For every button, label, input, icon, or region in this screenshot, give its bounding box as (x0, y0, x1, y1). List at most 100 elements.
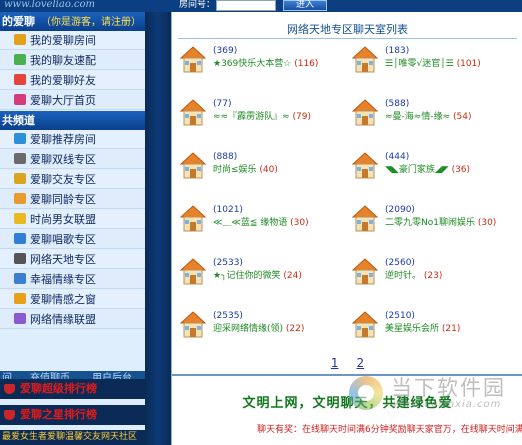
sidebar-channel-item-label: 网络情缘联盟 (30, 313, 96, 326)
medal-icon (4, 384, 15, 394)
room-entry[interactable]: (2510) 美星娱乐会所 (21) (351, 310, 522, 346)
bottom-ticker[interactable]: 最爱女生者爱聊温馨交友网天社区 (0, 430, 145, 445)
sidebar-channel-item-label: 网络天地专区 (30, 253, 96, 266)
house-icon (351, 205, 379, 233)
room-entry[interactable]: (2090) 二零九零No1聊闹娱乐 (30) (351, 204, 522, 240)
room-name-link[interactable]: 时尚≤娱乐 (40) (213, 164, 278, 177)
reward-notice-ticker: 聊天有奖：在线聊天时间满6分钟奖励聊天家官万，在线聊天时间满20分 (257, 425, 522, 435)
sidebar-channel-item-label: 爱聊推荐房间 (30, 133, 96, 146)
channel-section-header: 共频道 (0, 111, 145, 130)
guest-register-tip[interactable]: （你是游客，请注册） (41, 17, 141, 28)
sidebar: 的爱聊 （你是游客，请注册） 我的爱聊房间我的聊友速配 我的爱聊好友 爱聊大厅首页 共… (0, 12, 145, 445)
room-number: (183) (385, 46, 410, 56)
room-entry[interactable]: (2535) 迎采网络情缘(领) (22) (179, 310, 350, 346)
sidebar-my-item-label: 我的聊友速配 (30, 54, 96, 67)
room-entry[interactable]: (77) ≈≈『霹雳游队』≈ (79) (179, 98, 350, 134)
room-entry[interactable]: (888) 时尚≤娱乐 (40) (179, 151, 350, 187)
room-name: 迎采网络情缘(领) (213, 324, 284, 334)
sidebar-channel-item-2[interactable]: 爱聊交友专区 (0, 170, 145, 189)
heart-box-icon (14, 273, 26, 284)
room-name-link[interactable]: 迎采网络情缘(领) (22) (213, 323, 304, 336)
room-name: ☰│唯零√迷官│☰ (385, 59, 454, 69)
room-list-title: 网络天地专区聊天室列表 (287, 23, 408, 36)
room-name-link[interactable]: 美星娱乐会所 (21) (385, 323, 460, 336)
room-entry[interactable]: (2533) ★╮记住你的微笑 (24) (179, 257, 350, 293)
online-count: (30) (290, 218, 309, 228)
enter-room-button[interactable]: 进入 (283, 0, 327, 11)
room-entry[interactable]: (1021) ≪＿≪蓝≦ 缘物语 (30) (179, 204, 350, 240)
online-count: (54) (453, 112, 472, 122)
sidebar-channel-item-4[interactable]: 时尚男女联盟 (0, 210, 145, 229)
sidebar-my-item-label: 我的爱聊好友 (30, 74, 96, 87)
frame-divider (145, 12, 171, 445)
sidebar-my-item-2[interactable]: 我的爱聊好友 (0, 71, 145, 90)
page-link-2[interactable]: 2 (357, 356, 365, 370)
house-icon (179, 99, 207, 127)
room-entry[interactable]: (444) ◥◣豪门家族◢◤ (36) (351, 151, 522, 187)
home-icon (14, 94, 26, 105)
sidebar-channel-item-1[interactable]: 爱聊双线专区 (0, 150, 145, 169)
sidebar-channel-item-9[interactable]: 网络情缘联盟 (0, 310, 145, 329)
sidebar-my-item-label: 爱聊大厅首页 (30, 94, 96, 107)
online-count: (116) (294, 59, 319, 69)
star-rank-label: 爱聊之星排行榜 (20, 408, 97, 421)
channel-section-title: 共频道 (2, 114, 35, 127)
pager: 12 (172, 356, 522, 370)
sidebar-my-item-3[interactable]: 爱聊大厅首页 (0, 91, 145, 110)
room-name-link[interactable]: ≈≈『霹雳游队』≈ (79) (213, 111, 311, 124)
sidebar-my-item-1[interactable]: 我的聊友速配 (0, 51, 145, 70)
sidebar-channel-item-0[interactable]: 爱聊推荐房间 (0, 130, 145, 149)
sidebar-channel-item-label: 爱聊双线专区 (30, 153, 96, 166)
room-number-input[interactable] (216, 0, 276, 11)
house-icon (179, 258, 207, 286)
online-count: (79) (292, 112, 311, 122)
room-name-link[interactable]: ≈曼-海≈情-缘≈ (54) (385, 111, 471, 124)
sidebar-channel-item-3[interactable]: 爱聊同龄专区 (0, 190, 145, 209)
music-icon (14, 233, 26, 244)
house-icon (351, 99, 379, 127)
sidebar-my-item-0[interactable]: 我的爱聊房间 (0, 31, 145, 50)
watermark-en-text: www.downxia.com (393, 399, 502, 410)
page-link-1[interactable]: 1 (331, 356, 339, 370)
online-count: (22) (285, 324, 305, 334)
sidebar-channel-item-label: 爱聊情感之窗 (30, 293, 96, 306)
room-name-link[interactable]: 二零九零No1聊闹娱乐 (30) (385, 217, 496, 230)
online-count: (23) (423, 271, 443, 281)
room-name-link[interactable]: ≪＿≪蓝≦ 缘物语 (30) (213, 217, 309, 230)
medal-icon (4, 410, 15, 420)
house-icon (351, 152, 379, 180)
room-name: 美星娱乐会所 (385, 324, 440, 334)
my-section-title: 的爱聊 (2, 15, 35, 28)
sidebar-channel-item-5[interactable]: 爱聊唱歌专区 (0, 230, 145, 249)
top-bar: www.loveliao.com 房间号： 进入 (0, 0, 522, 12)
room-number: (444) (385, 152, 410, 162)
house-icon (179, 311, 207, 339)
online-count: (40) (259, 165, 278, 175)
room-number: (2533) (213, 258, 243, 268)
sidebar-channel-item-label: 幸福情缘专区 (30, 273, 96, 286)
watermark-logo-icon (349, 376, 383, 410)
room-entry[interactable]: (369) ★369快乐大本营☆ (116) (179, 45, 350, 81)
room-name-link[interactable]: ☰│唯零√迷官│☰ (101) (385, 58, 481, 71)
room-entry[interactable]: (2560) 逆时针。 (23) (351, 257, 522, 293)
room-name-link[interactable]: 逆时针。 (23) (385, 270, 442, 283)
room-name: ≪＿≪蓝≦ 缘物语 (213, 218, 288, 228)
sidebar-channel-item-7[interactable]: 幸福情缘专区 (0, 270, 145, 289)
room-name-link[interactable]: ★369快乐大本营☆ (116) (213, 58, 318, 71)
super-rank-link[interactable]: 爱聊超级排行榜 (0, 379, 145, 399)
star-rank-link[interactable]: 爱聊之星排行榜 (0, 405, 145, 425)
online-count: (21) (441, 324, 461, 334)
sidebar-channel-item-6[interactable]: 网络天地专区 (0, 250, 145, 269)
room-name-link[interactable]: ★╮记住你的微笑 (24) (213, 270, 302, 283)
room-entry[interactable]: (183) ☰│唯零√迷官│☰ (101) (351, 45, 522, 81)
sidebar-channel-item-label: 爱聊同龄专区 (30, 193, 96, 206)
watermark: 当下软件园 www.downxia.com (349, 372, 521, 418)
room-entry[interactable]: (588) ≈曼-海≈情-缘≈ (54) (351, 98, 522, 134)
room-number: (2090) (385, 205, 415, 215)
sidebar-channel-item-8[interactable]: 爱聊情感之窗 (0, 290, 145, 309)
room-name-link[interactable]: ◥◣豪门家族◢◤ (36) (385, 164, 470, 177)
site-url-logo: www.loveliao.com (4, 0, 95, 10)
room-number: (1021) (213, 205, 243, 215)
flower-icon (14, 54, 26, 65)
room-name: ★╮记住你的微笑 (213, 271, 281, 281)
